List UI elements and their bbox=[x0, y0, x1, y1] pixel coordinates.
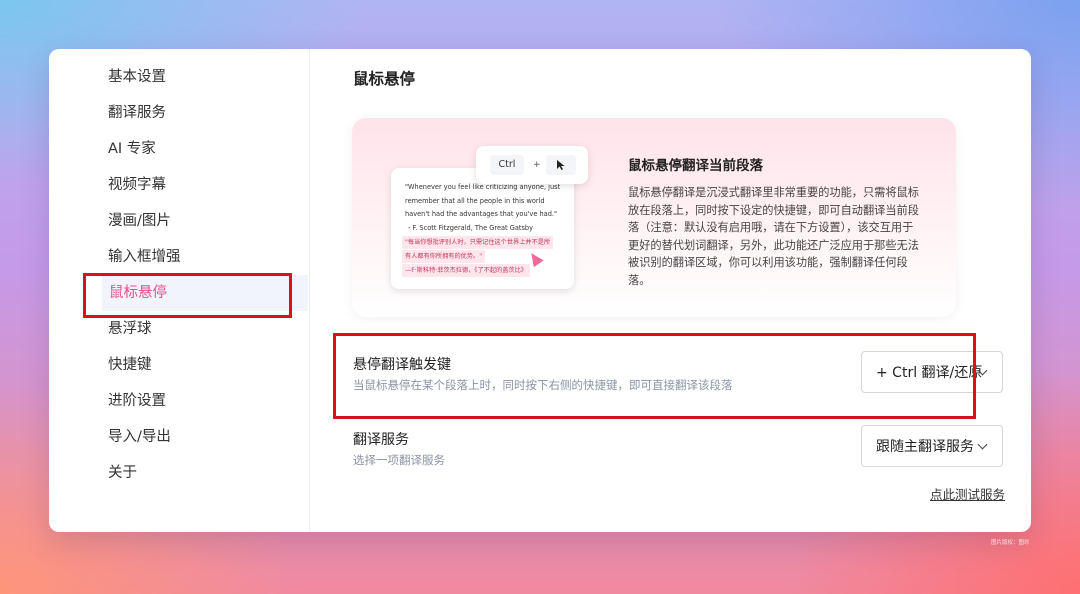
sidebar-item-video-subtitles[interactable]: 视频字幕 bbox=[108, 167, 308, 203]
hero-title: 鼠标悬停翻译当前段落 bbox=[628, 158, 763, 174]
hover-service-value: 跟随主翻译服务 bbox=[876, 439, 974, 455]
mouse-key bbox=[546, 155, 576, 175]
sidebar-item-translation-service[interactable]: 翻译服务 bbox=[108, 95, 308, 131]
ctrl-key: Ctrl bbox=[490, 155, 524, 175]
demo-text-card: "Whenever you feel like criticizing anyo… bbox=[391, 168, 574, 289]
feature-hero-card: "Whenever you feel like criticizing anyo… bbox=[352, 118, 956, 317]
sidebar-item-ai-expert[interactable]: AI 专家 bbox=[108, 131, 308, 167]
mouse-pointer-icon bbox=[557, 160, 565, 170]
demo-english-source: - F. Scott Fitzgerald, The Great Gatsby bbox=[408, 223, 533, 232]
hover-service-title: 翻译服务 bbox=[353, 432, 409, 448]
sidebar-item-basic-settings[interactable]: 基本设置 bbox=[108, 59, 308, 95]
main-panel: 鼠标悬停 "Whenever you feel like criticizing… bbox=[352, 49, 1031, 532]
sidebar-item-import-export[interactable]: 导入/导出 bbox=[108, 419, 308, 455]
demo-chinese-translation: "每当你想批评别人时，只需记住这个世界上并不是所 有人都有你所拥有的优势。" —… bbox=[402, 235, 567, 277]
sidebar-item-advanced-settings[interactable]: 进阶设置 bbox=[108, 383, 308, 419]
sidebar-item-shortcuts[interactable]: 快捷键 bbox=[108, 347, 308, 383]
highlight-box-sidebar bbox=[83, 273, 292, 318]
hero-description: 鼠标悬停翻译是沉浸式翻译里非常重要的功能，只需将鼠标放在段落上，同时按下设定的快… bbox=[628, 186, 919, 287]
highlight-box-trigger-key bbox=[333, 333, 976, 419]
plus-sign: + bbox=[533, 160, 541, 170]
hover-service-select[interactable]: 跟随主翻译服务 bbox=[861, 425, 1003, 467]
image-credit: 图片版权：图珍 bbox=[991, 540, 1030, 546]
sidebar-item-input-enhance[interactable]: 输入框增强 bbox=[108, 239, 308, 275]
page-title: 鼠标悬停 bbox=[353, 70, 416, 88]
test-service-link[interactable]: 点此测试服务 bbox=[930, 484, 1005, 503]
hover-service-description: 选择一项翻译服务 bbox=[353, 453, 445, 467]
sidebar-item-about[interactable]: 关于 bbox=[108, 455, 308, 491]
shortcut-key-popup: Ctrl + bbox=[476, 146, 588, 184]
demo-english-quote: "Whenever you feel like criticizing anyo… bbox=[405, 181, 570, 235]
sidebar-item-comics-images[interactable]: 漫画/图片 bbox=[108, 203, 308, 239]
